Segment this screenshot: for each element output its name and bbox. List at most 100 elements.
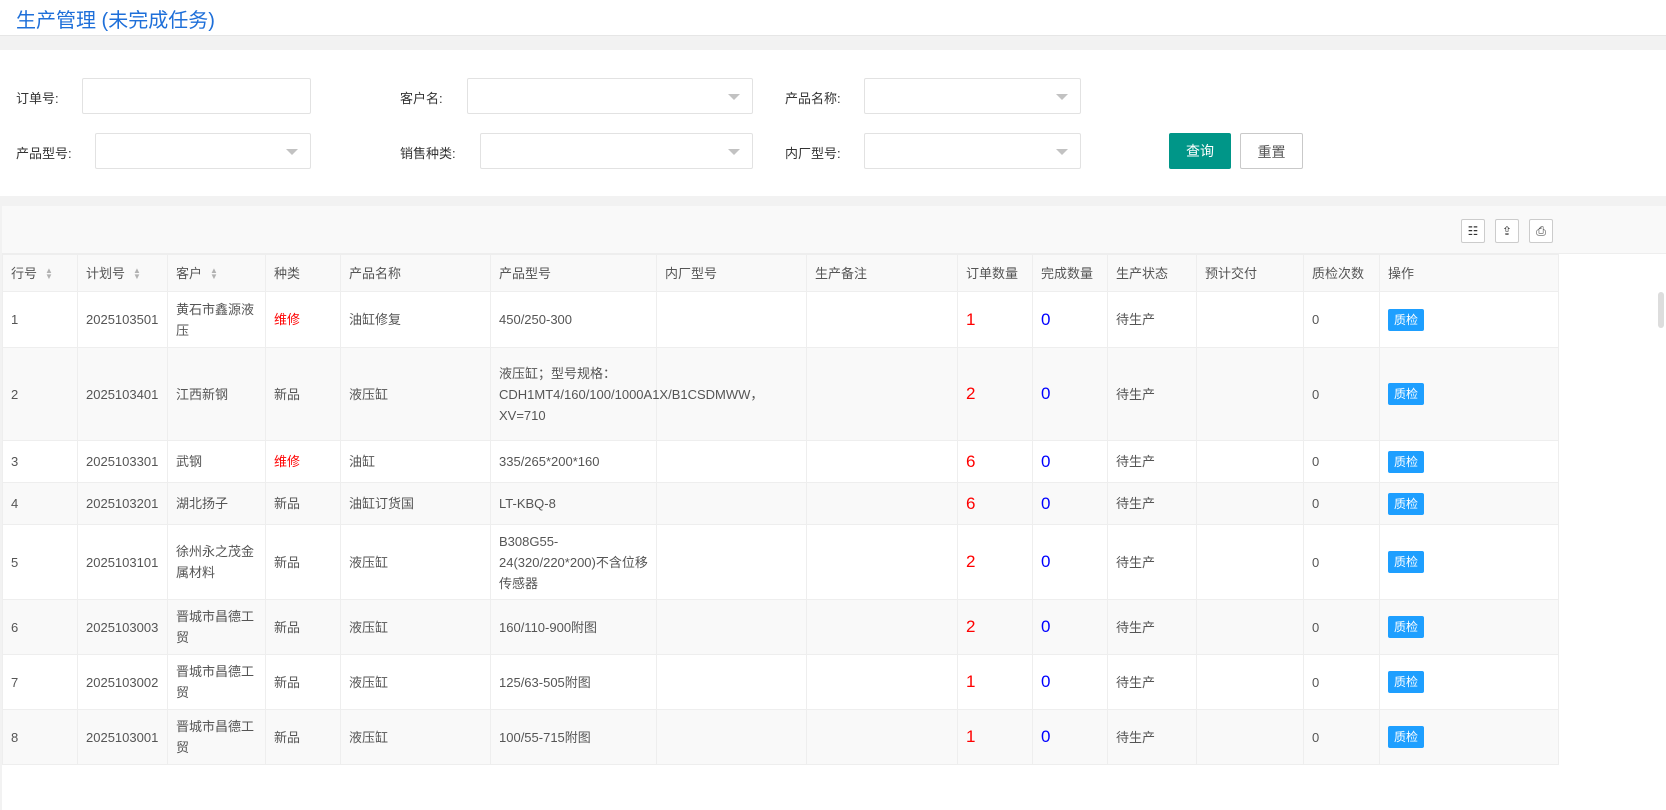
plan-value: 2025103002 <box>86 674 159 690</box>
customer-value: 晋城市昌德工贸 <box>176 664 255 700</box>
column-header-label: 订单数量 <box>966 265 1019 281</box>
table-row: 7 2025103002 晋城市昌德工贸 新品 液压缸 125/63-505附图 1 0 待生产… <box>2 654 1559 710</box>
column-header-label: 预计交付 <box>1205 265 1258 281</box>
print-icon[interactable]: ⎙ <box>1529 219 1553 243</box>
cell-no: 7 <box>2 654 78 710</box>
reset-button[interactable]: 重置 <box>1240 133 1303 169</box>
cell-no: 5 <box>2 524 78 600</box>
cell-customer: 晋城市昌德工贸 <box>167 654 266 710</box>
product-name-select[interactable] <box>864 78 1081 114</box>
cell-qc_count: 0 <box>1303 440 1380 483</box>
customer-value: 晋城市昌德工贸 <box>176 719 255 755</box>
done-value: 0 <box>1041 617 1051 636</box>
column-header-label: 操作 <box>1388 265 1415 281</box>
cell-type: 新品 <box>265 524 341 600</box>
column-header-label: 生产状态 <box>1116 265 1169 281</box>
cell-model: 450/250-300 <box>490 291 657 348</box>
product-model-select[interactable] <box>95 133 311 169</box>
cell-remark <box>806 599 958 655</box>
cell-remark <box>806 347 958 441</box>
qc-button[interactable]: 质检 <box>1388 726 1425 748</box>
cell-qty: 1 <box>957 654 1033 710</box>
order-no-input[interactable] <box>82 78 311 114</box>
status-value: 待生产 <box>1116 729 1156 745</box>
qc-button[interactable]: 质检 <box>1388 492 1425 515</box>
column-header: 生产备注 <box>806 254 958 292</box>
qc-button[interactable]: 质检 <box>1388 308 1425 331</box>
cell-qty: 6 <box>957 482 1033 525</box>
product-model-label: 产品型号: <box>16 146 72 161</box>
type-value: 新品 <box>274 619 301 635</box>
page-header: 生产管理 (未完成任务) <box>0 0 1666 36</box>
qc_count-value: 0 <box>1312 386 1320 402</box>
customer-select[interactable] <box>467 78 753 114</box>
qc_count-value: 0 <box>1312 729 1320 745</box>
qc-button[interactable]: 质检 <box>1388 616 1425 638</box>
cell-plan: 2025103501 <box>77 291 168 348</box>
cell-qc_count: 0 <box>1303 347 1380 441</box>
cell-name: 液压缸 <box>340 654 491 710</box>
customer-label: 客户名: <box>400 91 443 106</box>
column-header: 产品型号 <box>490 254 657 292</box>
no-value: 2 <box>11 386 19 402</box>
query-button[interactable]: 查询 <box>1169 133 1231 169</box>
cell-customer: 徐州永之茂金属材料 <box>167 524 266 600</box>
cell-factory <box>656 599 807 655</box>
no-value: 5 <box>11 554 19 570</box>
type-value: 新品 <box>274 386 301 402</box>
factory-model-select[interactable] <box>864 133 1081 169</box>
chevron-down-icon <box>1056 149 1068 155</box>
page-title: 生产管理 (未完成任务) <box>16 10 215 32</box>
qc_count-value: 0 <box>1312 674 1320 690</box>
cell-delivery <box>1196 654 1304 710</box>
name-value: 液压缸 <box>349 619 389 635</box>
order-no-label: 订单号: <box>16 91 59 106</box>
model-value: LT-KBQ-8 <box>499 496 556 511</box>
chevron-down-icon <box>286 149 298 155</box>
cell-no: 6 <box>2 599 78 655</box>
sort-icon[interactable]: ▲ ▼ <box>133 267 141 281</box>
plan-value: 2025103101 <box>86 554 159 570</box>
cell-type: 维修 <box>265 440 341 483</box>
column-header[interactable]: 客户 ▲ ▼ <box>167 254 266 292</box>
qc-button[interactable]: 质检 <box>1388 671 1425 693</box>
no-value: 3 <box>11 454 19 469</box>
cell-model: 125/63-505附图 <box>490 654 657 710</box>
cell-status: 待生产 <box>1107 654 1197 710</box>
cell-factory <box>656 524 807 600</box>
table-row: 2 2025103401 江西新钢 新品 液压缸 液压缸；型号规格：CDH1MT4/160… <box>2 347 1559 441</box>
chevron-down-icon <box>1056 94 1068 100</box>
cell-action: 质检 <box>1379 347 1559 441</box>
column-header[interactable]: 行号 ▲ ▼ <box>2 254 78 292</box>
cell-model: 160/110-900附图 <box>490 599 657 655</box>
qty-value: 1 <box>966 672 976 691</box>
qty-value: 6 <box>966 493 976 513</box>
name-value: 液压缸 <box>349 386 389 402</box>
cell-plan: 2025103001 <box>77 709 168 765</box>
cell-type: 新品 <box>265 482 341 525</box>
cell-done: 0 <box>1032 440 1108 483</box>
table-row: 1 2025103501 黄石市鑫源液压 维修 油缸修复 450/250-300 1 0 待生产… <box>2 291 1559 348</box>
cell-status: 待生产 <box>1107 440 1197 483</box>
sort-icon[interactable]: ▲ ▼ <box>45 267 53 281</box>
qc-button[interactable]: 质检 <box>1388 551 1425 573</box>
scrollbar[interactable] <box>1658 292 1664 328</box>
cell-delivery <box>1196 440 1304 483</box>
sales-type-select[interactable] <box>480 133 753 169</box>
cell-no: 1 <box>2 291 78 348</box>
qc-button[interactable]: 质检 <box>1388 450 1425 473</box>
export-icon[interactable]: ⇪ <box>1495 219 1519 243</box>
qc-button[interactable]: 质检 <box>1388 383 1425 405</box>
chevron-down-icon <box>728 94 740 100</box>
columns-filter-icon[interactable]: ☷ <box>1461 219 1485 243</box>
cell-type: 新品 <box>265 654 341 710</box>
cell-qty: 6 <box>957 440 1033 483</box>
cell-name: 液压缸 <box>340 524 491 600</box>
sort-icon[interactable]: ▲ ▼ <box>210 267 218 281</box>
column-header[interactable]: 计划号 ▲ ▼ <box>77 254 168 292</box>
customer-value: 湖北扬子 <box>176 496 229 511</box>
cell-qc_count: 0 <box>1303 524 1380 600</box>
column-header: 种类 <box>265 254 341 292</box>
task-table-panel: ☷ ⇪ ⎙ 行号 ▲ ▼ 计划号 ▲ ▼ 客户 ▲ ▼ 种类 产品名称 产品型号 内厂型号 生产备注 订单数… <box>2 206 1666 810</box>
cell-action: 质检 <box>1379 709 1559 765</box>
